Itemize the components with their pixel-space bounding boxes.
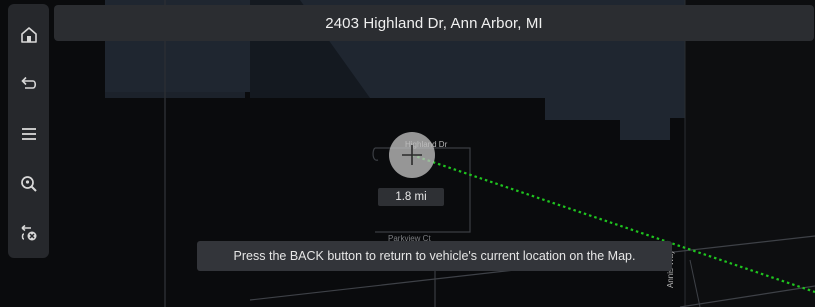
back-arrow-icon [20,77,36,90]
sidebar [8,4,49,258]
search-location-button[interactable] [8,159,49,209]
toast-message: Press the BACK button to return to vehic… [233,249,636,263]
map-cursor[interactable] [389,132,435,178]
address-text: 2403 Highland Dr, Ann Arbor, MI [325,14,543,32]
home-button[interactable] [8,10,49,60]
cancel-route-button[interactable] [8,208,49,258]
back-button[interactable] [8,60,49,110]
home-icon [20,26,37,43]
menu-icon [21,128,36,140]
address-bar[interactable]: 2403 Highland Dr, Ann Arbor, MI [54,5,814,41]
crosshair-icon [402,145,422,165]
menu-button[interactable] [8,109,49,159]
search-location-icon [20,175,37,192]
cancel-route-icon [21,225,36,241]
distance-label: 1.8 mi [378,188,444,206]
back-hint-toast: Press the BACK button to return to vehic… [197,241,672,271]
